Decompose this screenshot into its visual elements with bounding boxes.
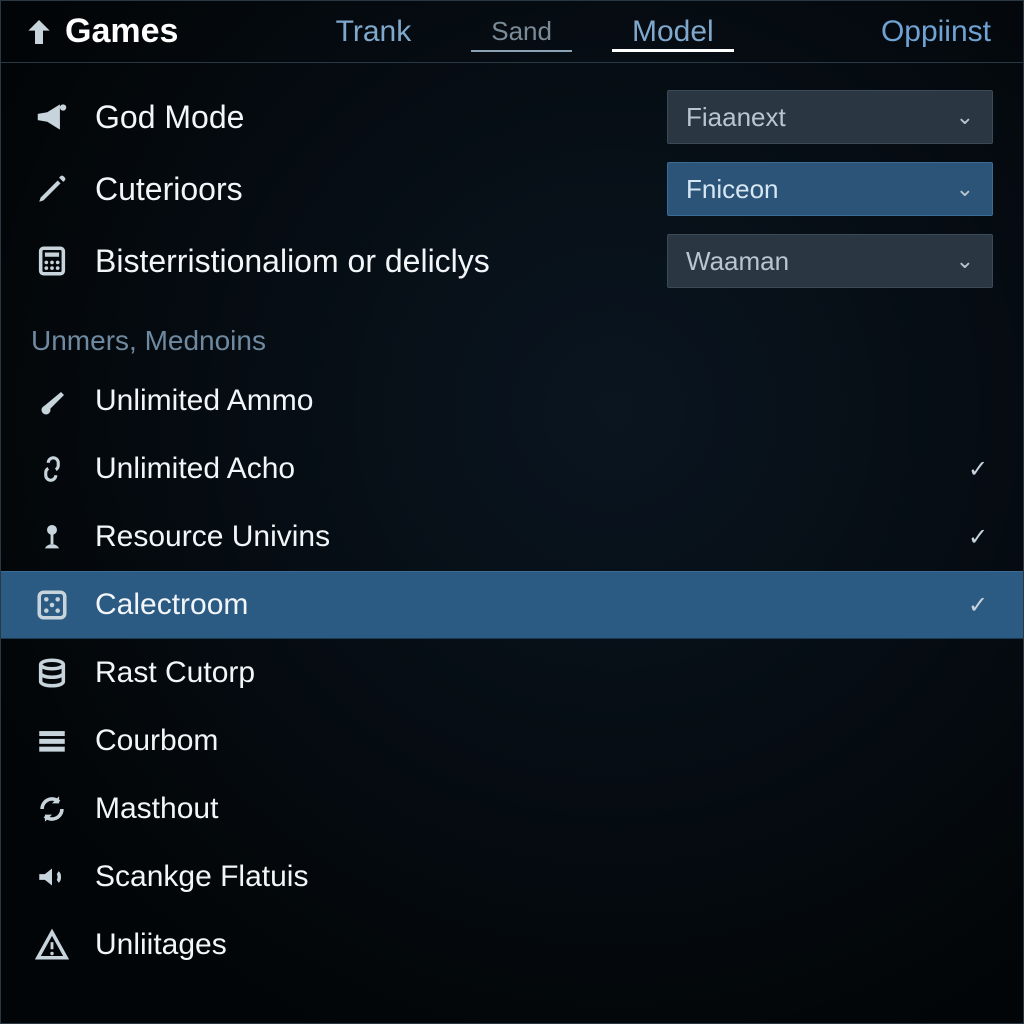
cheat-row[interactable]: Masthout <box>1 775 1023 843</box>
dice-icon <box>31 584 73 626</box>
cheat-label: Rast Cutorp <box>95 656 941 690</box>
dropdown-value: Fniceon <box>686 174 779 205</box>
cheat-row[interactable]: Unlimited Ammo <box>1 367 1023 435</box>
check-icon: ✓ <box>963 455 993 484</box>
volume-icon <box>31 856 73 898</box>
section-header: Unmers, Mednoins <box>1 297 1023 367</box>
options-panel: God ModeFiaanext⌄CuterioorsFniceon⌄Biste… <box>1 63 1023 979</box>
tab-label: Sand <box>491 16 552 47</box>
cheat-label: Calectroom <box>95 588 941 622</box>
tab-bar: Games Trank Sand Model Oppiinst <box>1 1 1023 63</box>
option-label: God Mode <box>95 99 645 136</box>
tab-underline <box>612 49 734 52</box>
refresh-icon <box>31 788 73 830</box>
cheat-row[interactable]: Unliitages <box>1 911 1023 979</box>
warning-icon <box>31 924 73 966</box>
dropdown-value: Fiaanext <box>686 102 786 133</box>
cheat-label: Resource Univins <box>95 520 941 554</box>
calculator-icon <box>31 240 73 282</box>
cheat-label: Courbom <box>95 724 941 758</box>
cheat-row[interactable]: Rast Cutorp <box>1 639 1023 707</box>
option-dropdown[interactable]: Fiaanext ⌄ <box>667 90 993 144</box>
option-label: Cuterioors <box>95 171 645 208</box>
check-icon: ✓ <box>963 523 993 552</box>
cannon-icon <box>31 380 73 422</box>
option-row: God Mode Fiaanext ⌄ <box>1 81 1023 153</box>
pencil-icon <box>31 168 73 210</box>
option-dropdown[interactable]: Fniceon ⌄ <box>667 162 993 216</box>
megaphone-icon <box>31 96 73 138</box>
tab-label: Trank <box>336 15 412 49</box>
option-dropdown[interactable]: Waaman ⌄ <box>667 234 993 288</box>
option-row: Bisterristionaliom or deliclys Waaman ⌄ <box>1 225 1023 297</box>
tab-model[interactable]: Model <box>592 1 754 62</box>
chevron-down-icon: ⌄ <box>956 176 974 202</box>
tab-options[interactable]: Oppiinst <box>857 15 1015 49</box>
arrow-up-icon <box>23 16 55 48</box>
tab-sand[interactable]: Sand <box>451 1 592 62</box>
check-icon: ✓ <box>963 591 993 620</box>
trophy-icon <box>31 516 73 558</box>
cheat-label: Unlimited Ammo <box>95 384 941 418</box>
tab-label: Model <box>632 15 714 49</box>
cheat-row[interactable]: Scankge Flatuis <box>1 843 1023 911</box>
tab-underline <box>471 50 572 52</box>
tab-games-label: Games <box>65 12 178 51</box>
stack-icon <box>31 652 73 694</box>
tab-trank[interactable]: Trank <box>296 1 452 62</box>
chevron-down-icon: ⌄ <box>956 104 974 130</box>
tab-options-label: Oppiinst <box>881 15 991 48</box>
option-row: Cuterioors Fniceon ⌄ <box>1 153 1023 225</box>
chevron-down-icon: ⌄ <box>956 248 974 274</box>
cheat-label: Unlimited Acho <box>95 452 941 486</box>
option-label: Bisterristionaliom or deliclys <box>95 243 645 280</box>
cheat-row[interactable]: Courbom <box>1 707 1023 775</box>
cheat-label: Masthout <box>95 792 941 826</box>
section-header-label: Unmers, Mednoins <box>31 325 266 356</box>
cheat-label: Unliitages <box>95 928 941 962</box>
cheat-row[interactable]: Resource Univins ✓ <box>1 503 1023 571</box>
link-icon <box>31 448 73 490</box>
dropdown-value: Waaman <box>686 246 789 277</box>
window: Games Trank Sand Model Oppiinst God Mode Fi… <box>0 0 1024 1024</box>
cheat-row[interactable]: Unlimited Acho ✓ <box>1 435 1023 503</box>
tab-games[interactable]: Games <box>9 12 192 51</box>
cheat-row[interactable]: Calectroom ✓ <box>1 571 1023 639</box>
bars-icon <box>31 720 73 762</box>
cheat-label: Scankge Flatuis <box>95 860 941 894</box>
